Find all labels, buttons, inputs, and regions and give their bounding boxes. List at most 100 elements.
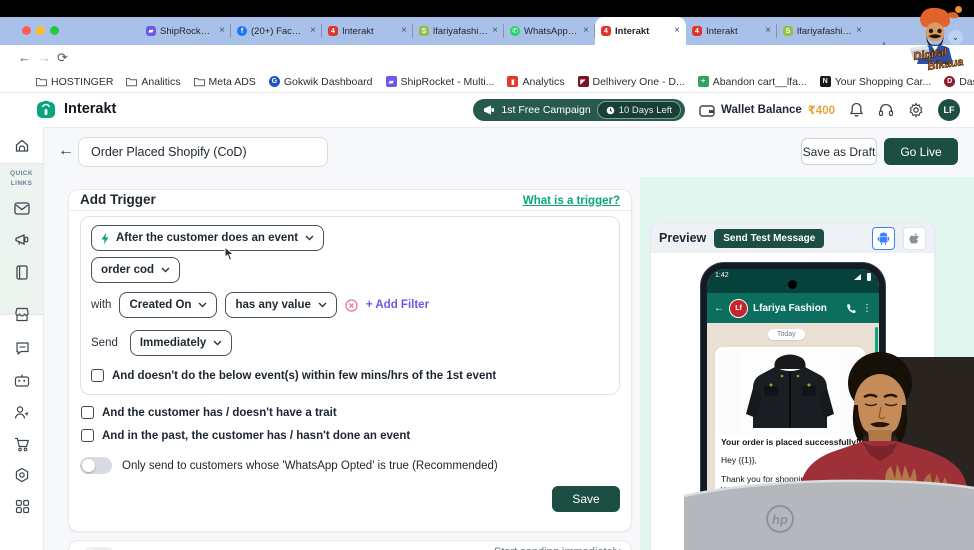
sidebar-item-commerce[interactable] xyxy=(0,299,44,329)
support-headset-icon[interactable] xyxy=(878,103,894,118)
folder-icon xyxy=(126,77,138,86)
back-icon[interactable]: ← xyxy=(18,51,31,64)
back-button[interactable]: ← xyxy=(58,142,74,160)
sidebar-item-contacts[interactable] xyxy=(0,397,44,427)
tab-close-icon[interactable]: × xyxy=(856,26,862,36)
android-preview-toggle[interactable] xyxy=(872,226,895,250)
free-campaign-badge: 1st Free Campaign 10 Days Left xyxy=(473,99,686,121)
tab-whatsapp-business[interactable]: ✆ WhatsApp Business × xyxy=(504,17,595,45)
save-button[interactable]: Save xyxy=(552,486,620,512)
tab-shopify-apps[interactable]: S lfariyafashion - Appr × xyxy=(413,17,504,45)
ios-preview-toggle[interactable] xyxy=(903,226,926,250)
filter-operator-dropdown[interactable]: has any value xyxy=(225,292,337,318)
bookmark-analytics[interactable]: ▮ Analytics xyxy=(507,76,565,88)
sidebar-item-templates[interactable] xyxy=(0,257,44,287)
wallet-balance[interactable]: Wallet Balance ₹400 xyxy=(699,103,835,117)
svg-text:hp: hp xyxy=(772,512,788,527)
android-icon xyxy=(877,232,890,245)
add-filter-link[interactable]: + Add Filter xyxy=(366,299,429,311)
schedule-card-peek: Start sending immediately xyxy=(68,540,632,550)
window-zoom-button[interactable] xyxy=(50,26,59,35)
mouse-cursor xyxy=(224,246,235,261)
bookmark-delhivery[interactable]: ◤ Delhivery One - D... xyxy=(577,76,685,88)
apps-grid-icon xyxy=(15,499,29,513)
signal-icon xyxy=(854,274,861,280)
sidebar-item-inbox[interactable] xyxy=(0,193,44,223)
chevron-down-icon xyxy=(305,235,314,241)
bookmark-folder-hostinger[interactable]: HOSTINGER xyxy=(36,76,113,88)
what-is-trigger-link[interactable]: What is a trigger? xyxy=(523,195,620,207)
bookmark-shopping-cart[interactable]: N Your Shopping Car... xyxy=(819,76,931,88)
window-close-button[interactable] xyxy=(22,26,31,35)
go-live-button[interactable]: Go Live xyxy=(884,138,958,165)
bookmark-gokwik[interactable]: G Gokwik Dashboard xyxy=(268,76,373,88)
tab-close-icon[interactable]: × xyxy=(765,26,771,36)
days-left-badge: 10 Days Left xyxy=(596,101,682,119)
sidebar-item-chat-replies[interactable] xyxy=(0,333,44,363)
mail-icon xyxy=(14,201,30,215)
tab-close-icon[interactable]: × xyxy=(583,26,589,36)
bookmark-shiprocket[interactable]: ▰ ShipRocket - Multi... xyxy=(385,76,494,88)
remove-filter-icon[interactable] xyxy=(345,298,358,312)
event-name-dropdown[interactable]: order cod xyxy=(91,257,181,283)
send-label: Send xyxy=(91,337,118,349)
bookmark-wp-dashboard[interactable]: DDashboard ‹ Lfariy... xyxy=(944,76,974,88)
tab-interakt-2[interactable]: 4 Interakt × xyxy=(686,17,777,45)
sidebar-item-home[interactable] xyxy=(0,131,44,161)
reload-icon[interactable]: ⟳ xyxy=(57,51,68,64)
screen: ▰ ShipRocket - Multi-c × f (20+) Faceboo… xyxy=(0,0,974,550)
tab-interakt-active[interactable]: 4 Interakt × xyxy=(595,17,686,45)
send-test-message-button[interactable]: Send Test Message xyxy=(714,228,825,248)
folder-icon xyxy=(193,77,205,86)
bookmark-folder-analitics[interactable]: Analitics xyxy=(126,76,181,88)
presenter-video-overlay: hp xyxy=(684,352,974,550)
notebook-icon xyxy=(16,264,28,280)
quick-links-label: QUICK LINKS xyxy=(10,170,33,187)
chevron-down-icon xyxy=(161,267,170,273)
window-minimize-button[interactable] xyxy=(36,26,45,35)
trait-condition-checkbox[interactable] xyxy=(81,406,94,419)
browser-url-bar: ← → ⟳ app.interakt.ai/notification/creat… xyxy=(0,45,974,113)
tab-shiprocket[interactable]: ▰ ShipRocket - Multi-c × xyxy=(140,17,231,45)
tab-close-icon[interactable]: × xyxy=(492,26,498,36)
tab-close-icon[interactable]: × xyxy=(674,26,680,36)
megaphone-icon xyxy=(15,234,29,245)
trigger-config-panel: After the customer does an event order c… xyxy=(80,216,620,395)
tab-shopify-admin[interactable]: S lfariyafashion - Inter × xyxy=(777,17,868,45)
trigger-type-dropdown[interactable]: After the customer does an event xyxy=(91,225,325,251)
settings-gear-icon[interactable] xyxy=(908,102,924,118)
browser-tab-strip: ▰ ShipRocket - Multi-c × f (20+) Faceboo… xyxy=(0,17,974,52)
sidebar-item-campaigns[interactable] xyxy=(0,225,44,255)
campaign-name-input[interactable] xyxy=(78,137,328,167)
interakt-favicon: 4 xyxy=(601,26,611,36)
forward-icon[interactable]: → xyxy=(38,51,51,64)
megaphone-icon xyxy=(484,105,495,115)
call-icon xyxy=(847,303,856,313)
sidebar-item-settings[interactable] xyxy=(0,460,44,490)
phone-camera-punch-hole xyxy=(788,280,797,289)
tab-close-icon[interactable]: × xyxy=(401,26,407,36)
send-timing-dropdown[interactable]: Immediately xyxy=(129,330,233,356)
user-avatar[interactable]: LF xyxy=(938,99,960,121)
whatsapp-opted-toggle[interactable] xyxy=(80,457,112,474)
past-event-checkbox[interactable] xyxy=(81,429,94,442)
negative-event-checkbox[interactable] xyxy=(91,369,104,382)
chevron-down-icon xyxy=(318,302,327,308)
folder-icon xyxy=(36,77,47,86)
channel-mascot-watermark: Digital Bikaua xyxy=(910,7,964,72)
tab-interakt-1[interactable]: 4 Interakt × xyxy=(322,17,413,45)
cart-icon xyxy=(15,437,30,451)
sidebar-item-orders[interactable] xyxy=(0,429,44,459)
bookmark-abandon-cart[interactable]: + Abandon cart__lfa... xyxy=(697,76,807,88)
bookmark-folder-meta-ads[interactable]: Meta ADS xyxy=(193,76,256,88)
sidebar-item-integrations[interactable] xyxy=(0,491,44,521)
interakt-favicon: 4 xyxy=(692,26,702,36)
chevron-down-icon xyxy=(198,302,207,308)
tab-close-icon[interactable]: × xyxy=(310,26,316,36)
save-as-draft-button[interactable]: Save as Draft xyxy=(801,138,877,165)
tab-close-icon[interactable]: × xyxy=(219,26,225,36)
sidebar-item-automation-bot[interactable] xyxy=(0,365,44,395)
tab-facebook[interactable]: f (20+) Facebook × xyxy=(231,17,322,45)
notifications-bell-icon[interactable] xyxy=(849,102,864,118)
filter-field-dropdown[interactable]: Created On xyxy=(119,292,218,318)
